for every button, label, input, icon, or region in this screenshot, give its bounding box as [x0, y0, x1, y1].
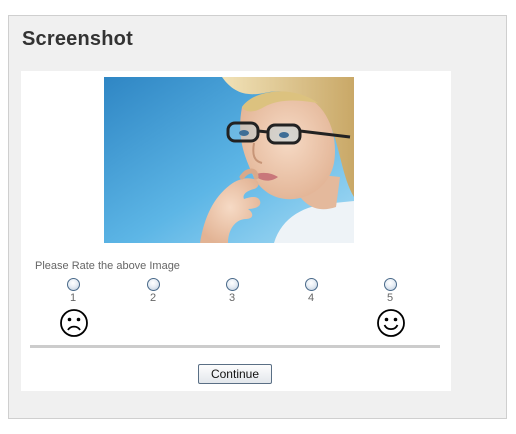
rating-label-2: 2: [149, 292, 157, 304]
rating-option-4[interactable]: 4: [296, 278, 326, 305]
happy-face-icon: [377, 309, 405, 337]
sad-face-icon: [60, 309, 88, 337]
rating-radio-2[interactable]: [146, 278, 160, 291]
rating-radio-5[interactable]: [383, 278, 397, 291]
rated-image: [104, 77, 354, 243]
rating-label-4: 4: [307, 292, 315, 304]
rating-label-5: 5: [386, 292, 394, 304]
continue-button[interactable]: Continue: [198, 364, 272, 384]
rating-option-3[interactable]: 3: [217, 278, 247, 305]
rating-label-1: 1: [69, 292, 77, 304]
screenshot-panel: Screenshot Please Rate the above Image 1…: [8, 15, 507, 419]
rating-prompt: Please Rate the above Image: [35, 260, 180, 272]
rating-card: Please Rate the above Image 1 2 3 4 5 Co…: [21, 71, 451, 391]
panel-title: Screenshot: [22, 28, 133, 50]
rating-radio-3[interactable]: [225, 278, 239, 291]
rating-option-5[interactable]: 5: [375, 278, 405, 305]
rating-option-2[interactable]: 2: [138, 278, 168, 305]
rating-label-3: 3: [228, 292, 236, 304]
divider: [30, 345, 440, 348]
rating-option-1[interactable]: 1: [58, 278, 88, 305]
rating-radio-4[interactable]: [304, 278, 318, 291]
rating-radio-1[interactable]: [66, 278, 80, 291]
